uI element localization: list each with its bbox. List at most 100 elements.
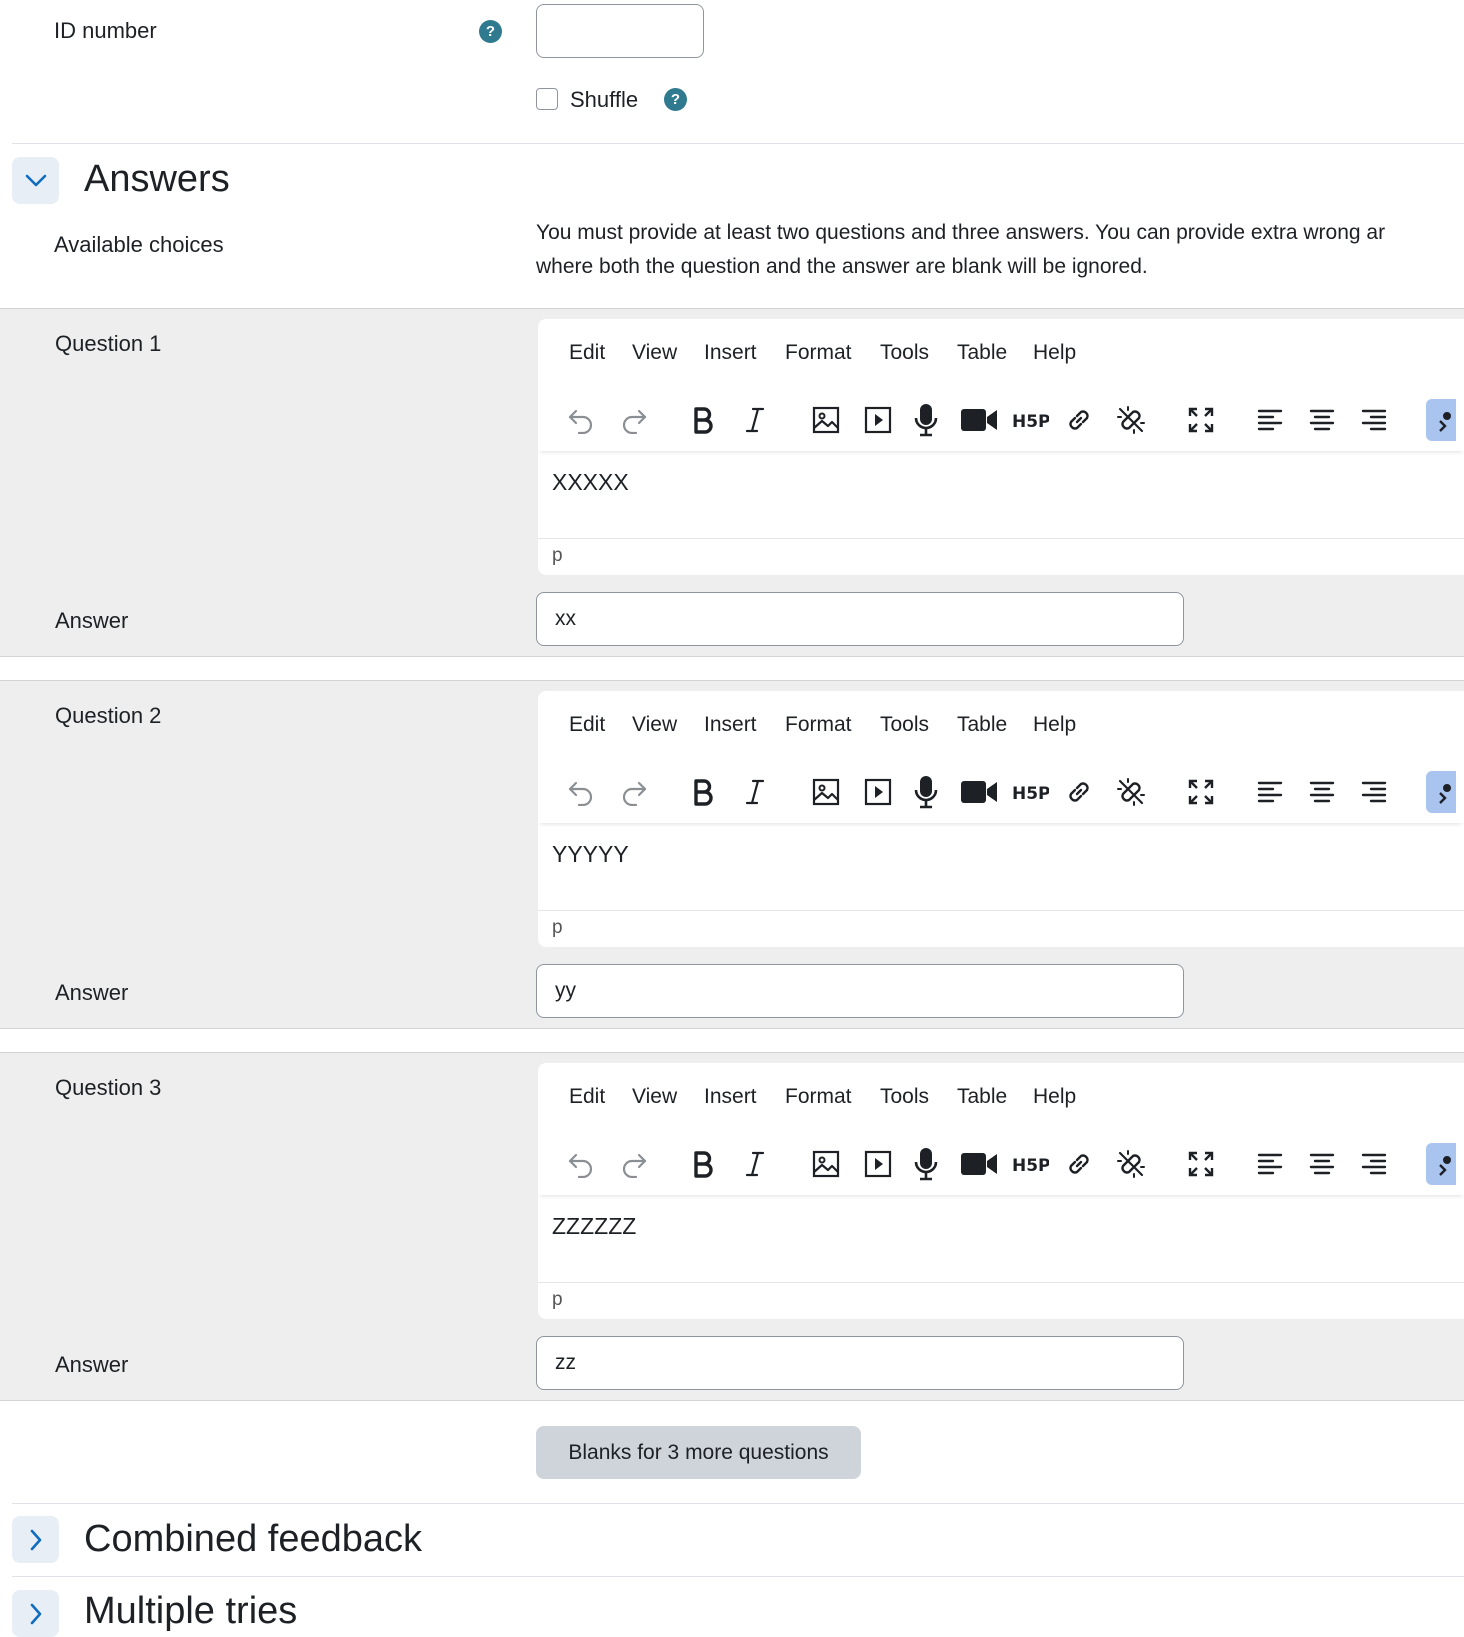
question-editor[interactable]: Edit View Insert Format Tools Table Help bbox=[538, 1063, 1464, 1319]
element-path[interactable]: p bbox=[552, 917, 563, 939]
editor-content-area[interactable]: YYYYY bbox=[538, 823, 1464, 911]
answers-collapse-toggle[interactable] bbox=[12, 157, 59, 204]
element-path[interactable]: p bbox=[552, 545, 563, 567]
insert-image-button[interactable] bbox=[807, 1145, 845, 1183]
record-video-button[interactable] bbox=[960, 1145, 998, 1183]
menu-format[interactable]: Format bbox=[785, 713, 852, 737]
element-path[interactable]: p bbox=[552, 1289, 563, 1311]
answer-input[interactable]: zz bbox=[536, 1336, 1184, 1390]
accessibility-checker-button[interactable] bbox=[1426, 399, 1456, 441]
question-block-2: Question 2 Edit View Insert Format Tools… bbox=[0, 680, 1464, 1029]
insert-media-button[interactable] bbox=[859, 401, 897, 439]
accessibility-checker-button[interactable] bbox=[1426, 771, 1456, 813]
shuffle-checkbox[interactable] bbox=[536, 88, 558, 110]
italic-button[interactable] bbox=[736, 401, 774, 439]
menu-format[interactable]: Format bbox=[785, 341, 852, 365]
editor-content-area[interactable]: ZZZZZZ bbox=[538, 1195, 1464, 1283]
menu-edit[interactable]: Edit bbox=[569, 1085, 605, 1109]
align-right-button[interactable] bbox=[1355, 1145, 1393, 1183]
multiple-tries-expand-toggle[interactable] bbox=[12, 1590, 59, 1637]
link-button[interactable] bbox=[1060, 1145, 1098, 1183]
shuffle-help-icon[interactable]: ? bbox=[664, 88, 687, 111]
insert-image-button[interactable] bbox=[807, 773, 845, 811]
menu-help[interactable]: Help bbox=[1033, 713, 1076, 737]
answer-input[interactable]: xx bbox=[536, 592, 1184, 646]
link-button[interactable] bbox=[1060, 773, 1098, 811]
insert-image-button[interactable] bbox=[807, 401, 845, 439]
menu-help[interactable]: Help bbox=[1033, 341, 1076, 365]
unlink-button[interactable] bbox=[1112, 1145, 1150, 1183]
menu-table[interactable]: Table bbox=[957, 713, 1007, 737]
fullscreen-button[interactable] bbox=[1182, 773, 1220, 811]
video-camera-icon bbox=[961, 781, 997, 803]
menu-table[interactable]: Table bbox=[957, 341, 1007, 365]
align-center-button[interactable] bbox=[1303, 773, 1341, 811]
undo-button[interactable] bbox=[562, 1145, 600, 1183]
unlink-button[interactable] bbox=[1112, 773, 1150, 811]
insert-h5p-button[interactable]: H5P bbox=[1011, 401, 1049, 439]
menu-edit[interactable]: Edit bbox=[569, 341, 605, 365]
bold-button[interactable] bbox=[684, 773, 722, 811]
bold-button[interactable] bbox=[684, 1145, 722, 1183]
video-camera-icon bbox=[961, 409, 997, 431]
menu-view[interactable]: View bbox=[632, 1085, 677, 1109]
menu-format[interactable]: Format bbox=[785, 1085, 852, 1109]
editor-content-area[interactable]: XXXXX bbox=[538, 451, 1464, 539]
redo-button[interactable] bbox=[615, 401, 653, 439]
align-left-icon bbox=[1257, 1153, 1283, 1175]
menu-help[interactable]: Help bbox=[1033, 1085, 1076, 1109]
record-video-button[interactable] bbox=[960, 401, 998, 439]
insert-h5p-button[interactable]: H5P bbox=[1011, 773, 1049, 811]
editor-toolbar: H5P bbox=[538, 1133, 1464, 1195]
align-left-button[interactable] bbox=[1251, 401, 1289, 439]
menu-view[interactable]: View bbox=[632, 713, 677, 737]
record-audio-button[interactable] bbox=[907, 401, 945, 439]
italic-button[interactable] bbox=[736, 773, 774, 811]
menu-tools[interactable]: Tools bbox=[880, 1085, 929, 1109]
insert-media-button[interactable] bbox=[859, 773, 897, 811]
bold-icon bbox=[694, 1151, 713, 1178]
media-icon bbox=[864, 1150, 892, 1178]
align-right-button[interactable] bbox=[1355, 401, 1393, 439]
unlink-button[interactable] bbox=[1112, 401, 1150, 439]
align-center-button[interactable] bbox=[1303, 1145, 1341, 1183]
align-left-icon bbox=[1257, 409, 1283, 431]
fullscreen-button[interactable] bbox=[1182, 1145, 1220, 1183]
menu-insert[interactable]: Insert bbox=[704, 1085, 757, 1109]
answers-description-line2: where both the question and the answer a… bbox=[536, 255, 1148, 278]
align-center-button[interactable] bbox=[1303, 401, 1341, 439]
combined-feedback-expand-toggle[interactable] bbox=[12, 1516, 59, 1563]
insert-h5p-button[interactable]: H5P bbox=[1011, 1145, 1049, 1183]
align-right-button[interactable] bbox=[1355, 773, 1393, 811]
align-left-button[interactable] bbox=[1251, 773, 1289, 811]
answer-input[interactable]: yy bbox=[536, 964, 1184, 1018]
link-button[interactable] bbox=[1060, 401, 1098, 439]
insert-media-button[interactable] bbox=[859, 1145, 897, 1183]
menu-insert[interactable]: Insert bbox=[704, 341, 757, 365]
menu-tools[interactable]: Tools bbox=[880, 713, 929, 737]
menu-view[interactable]: View bbox=[632, 341, 677, 365]
record-audio-button[interactable] bbox=[907, 1145, 945, 1183]
italic-button[interactable] bbox=[736, 1145, 774, 1183]
undo-button[interactable] bbox=[562, 401, 600, 439]
question-editor[interactable]: Edit View Insert Format Tools Table Help bbox=[538, 319, 1464, 575]
record-audio-button[interactable] bbox=[907, 773, 945, 811]
accessibility-checker-button[interactable] bbox=[1426, 1143, 1456, 1185]
undo-icon bbox=[568, 409, 593, 434]
fullscreen-button[interactable] bbox=[1182, 401, 1220, 439]
add-blanks-button[interactable]: Blanks for 3 more questions bbox=[536, 1426, 861, 1479]
menu-table[interactable]: Table bbox=[957, 1085, 1007, 1109]
redo-button[interactable] bbox=[615, 773, 653, 811]
bold-button[interactable] bbox=[684, 401, 722, 439]
id-number-input[interactable] bbox=[536, 4, 704, 58]
undo-button[interactable] bbox=[562, 773, 600, 811]
record-video-button[interactable] bbox=[960, 773, 998, 811]
menu-insert[interactable]: Insert bbox=[704, 713, 757, 737]
id-number-help-icon[interactable]: ? bbox=[479, 20, 502, 43]
redo-button[interactable] bbox=[615, 1145, 653, 1183]
menu-tools[interactable]: Tools bbox=[880, 341, 929, 365]
align-left-icon bbox=[1257, 781, 1283, 803]
question-editor[interactable]: Edit View Insert Format Tools Table Help bbox=[538, 691, 1464, 947]
menu-edit[interactable]: Edit bbox=[569, 713, 605, 737]
align-left-button[interactable] bbox=[1251, 1145, 1289, 1183]
